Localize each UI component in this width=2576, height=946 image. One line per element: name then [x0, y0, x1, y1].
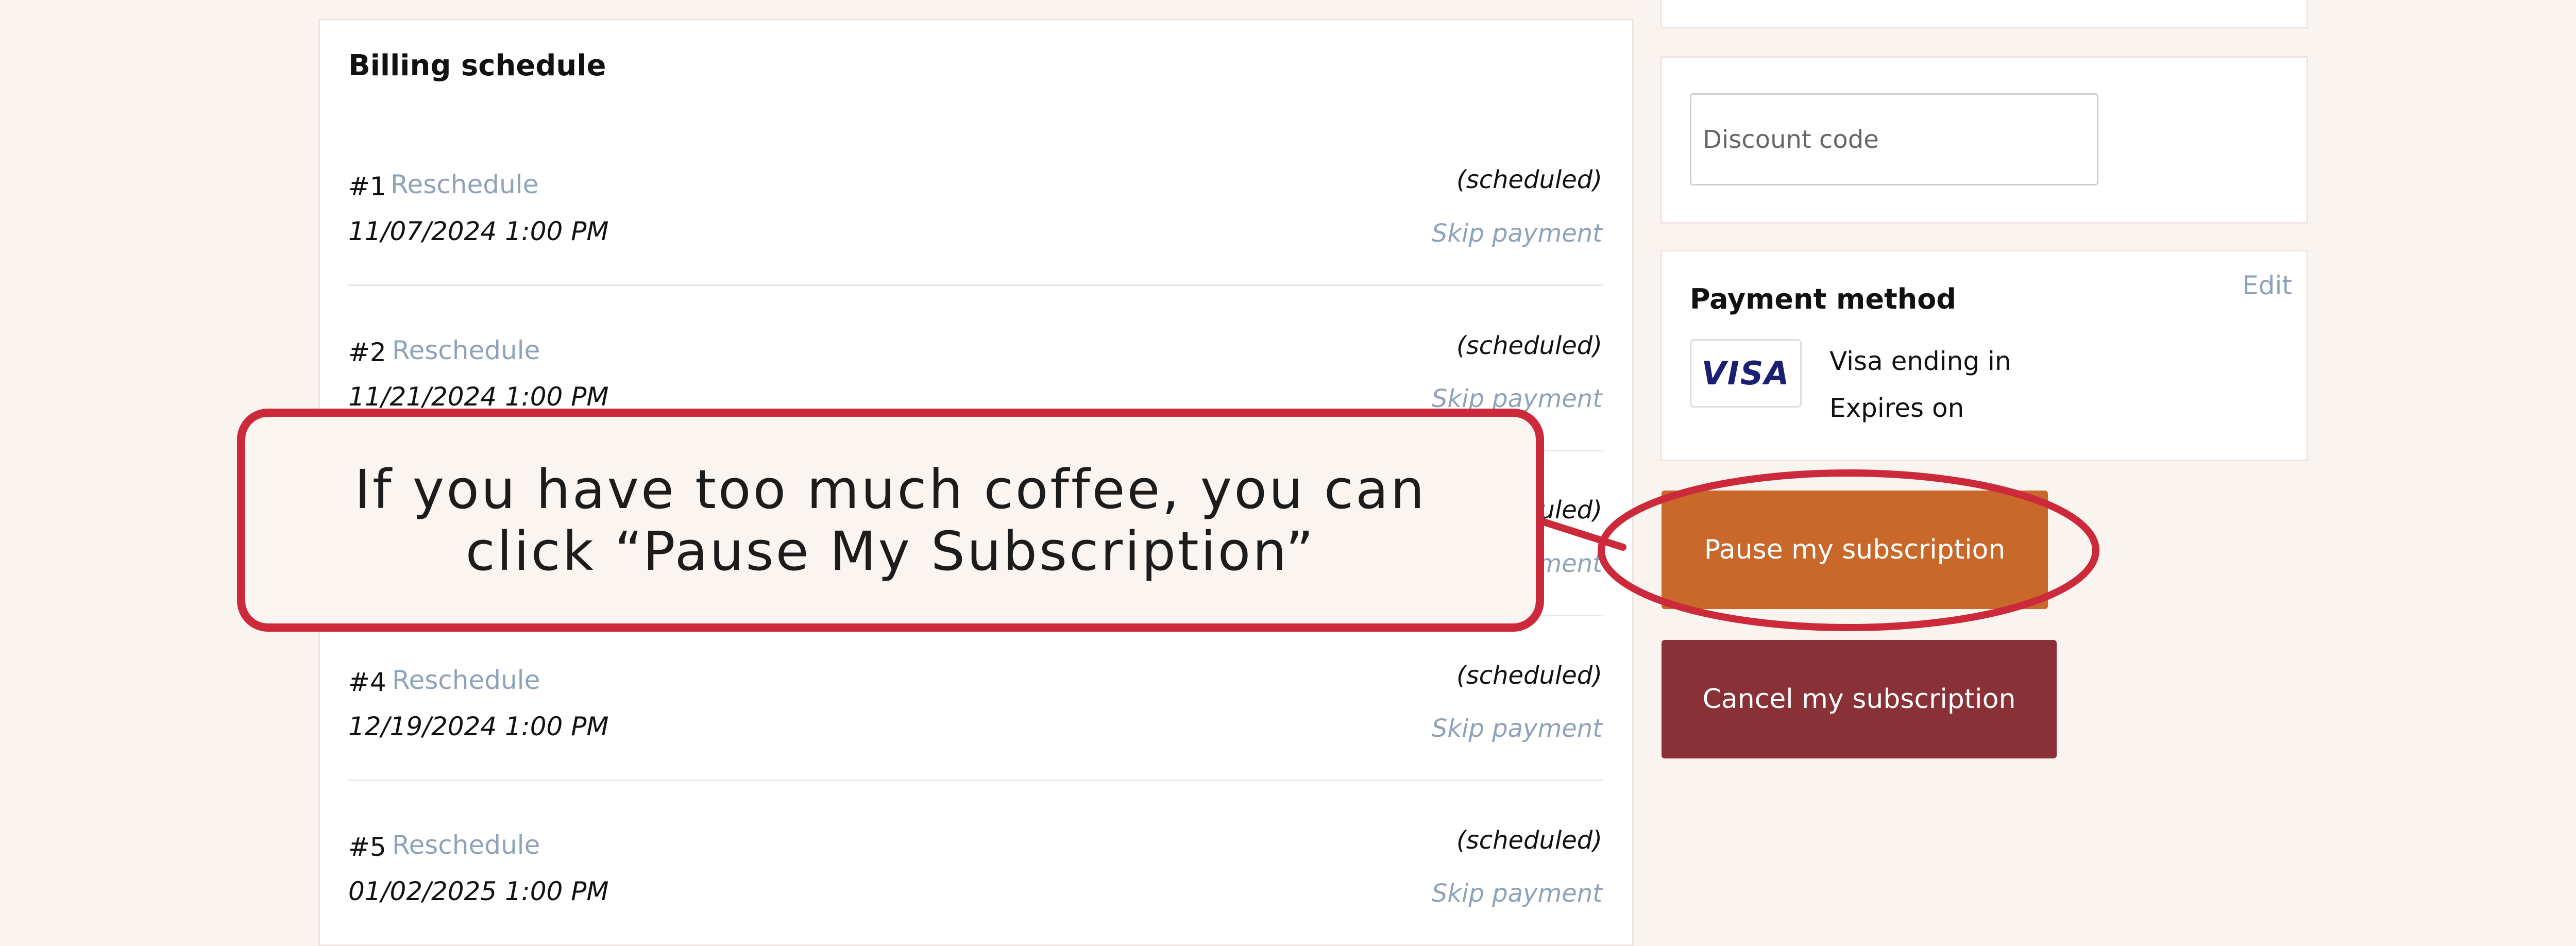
- callout-text: If you have too much coffee, you can cli…: [354, 458, 1427, 583]
- callout-box: If you have too much coffee, you can cli…: [237, 409, 1544, 632]
- highlight-ellipse: [1598, 469, 2099, 631]
